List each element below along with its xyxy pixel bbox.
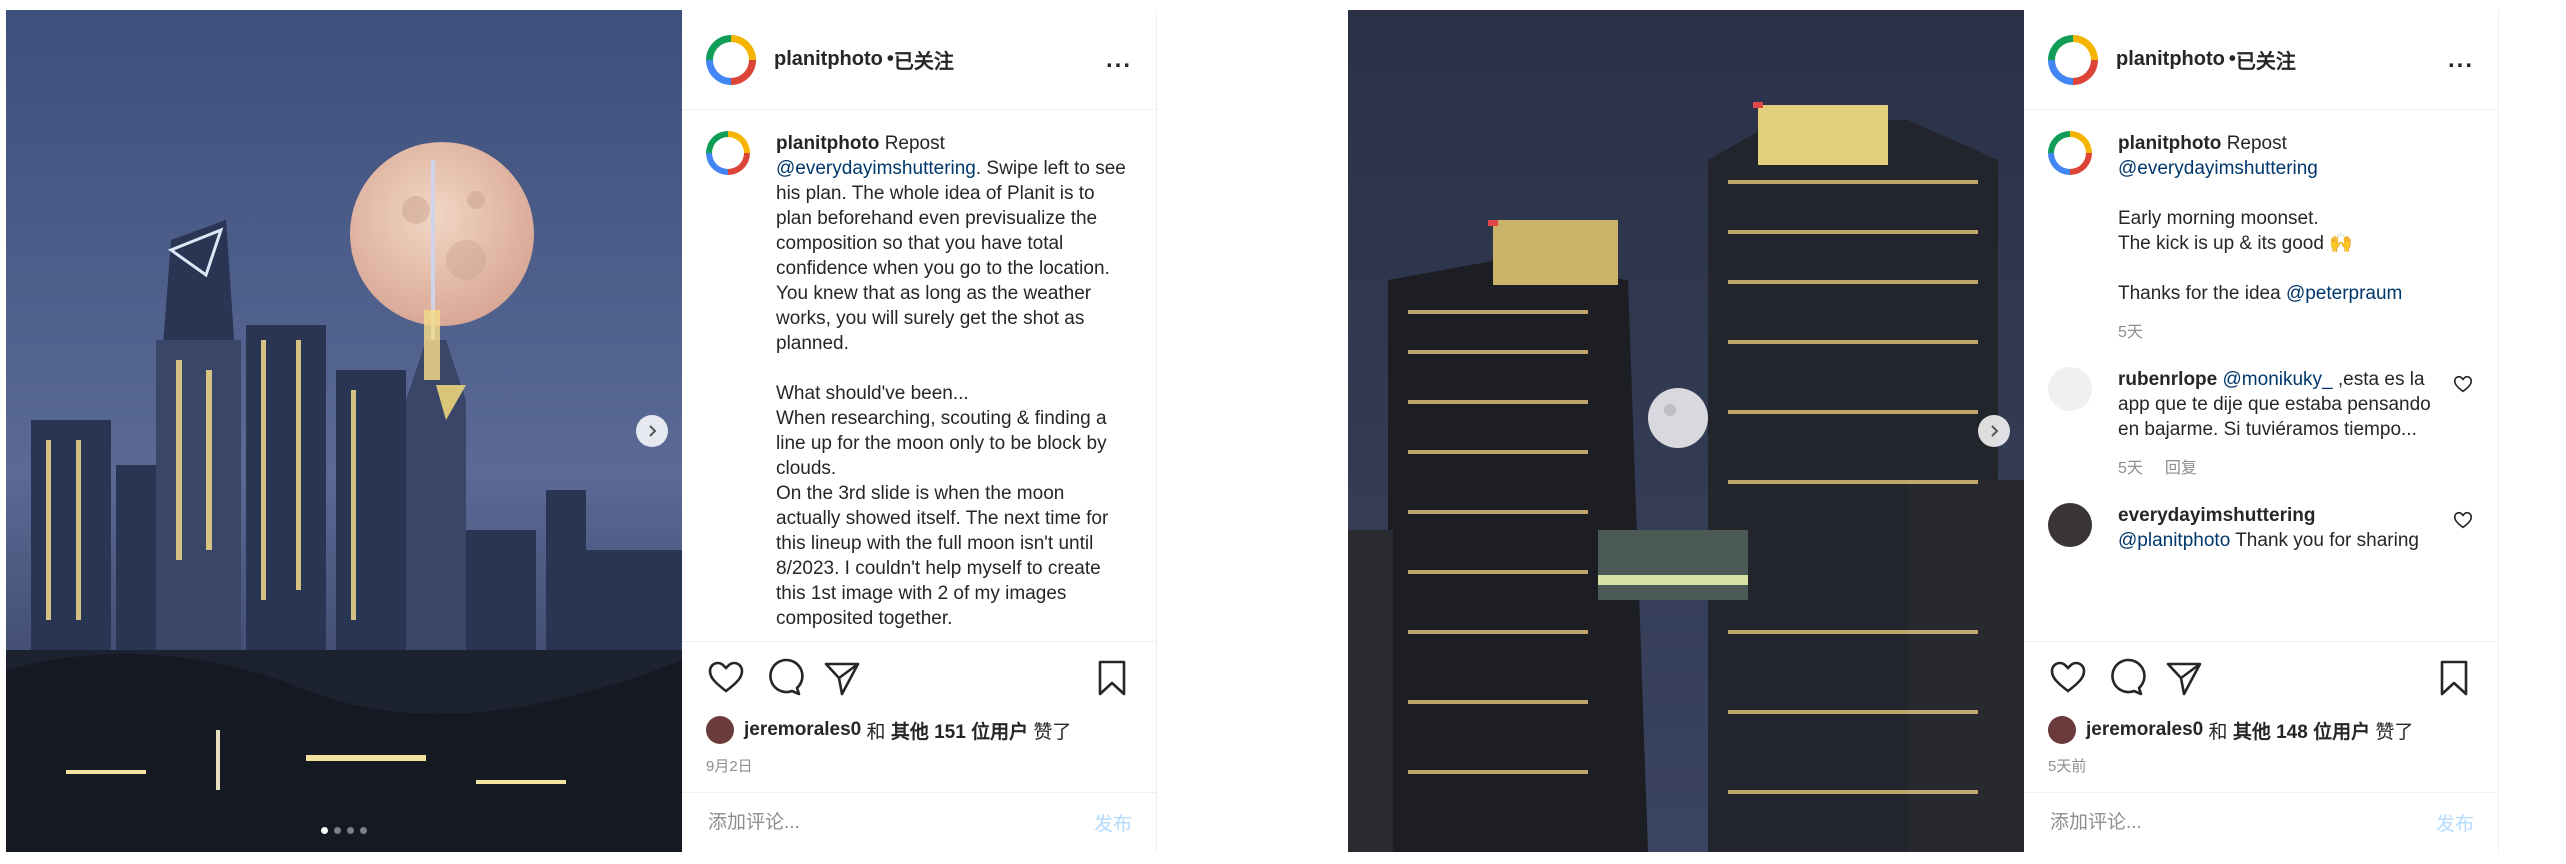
likes-suffix: 赞了 bbox=[1033, 721, 1072, 743]
caption-row: planitphoto Repost @everydayimshuttering… bbox=[2048, 131, 2474, 345]
post-date: 9月2日 bbox=[706, 758, 753, 775]
comment-row: rubenrlope @monikuky_ ,esta es la app qu… bbox=[2048, 367, 2474, 481]
more-options-icon[interactable]: ... bbox=[2448, 46, 2474, 74]
comment-body: everydayimshuttering @planitphoto Thank … bbox=[2118, 503, 2442, 553]
more-options-icon[interactable]: ... bbox=[1106, 46, 1132, 74]
caption-text: . Swipe left to see his plan. The whole … bbox=[776, 158, 1126, 629]
add-comment-bar: 发布 bbox=[2024, 792, 2498, 852]
post-1-sidebar: planitphoto • 已关注 ... planitphoto Repost… bbox=[682, 10, 1157, 852]
separator-dot: • bbox=[886, 48, 894, 70]
separator-dot: • bbox=[2228, 48, 2236, 70]
mention-link[interactable]: @planitphoto bbox=[2118, 530, 2230, 551]
chevron-right-icon bbox=[649, 425, 657, 437]
comment-time[interactable]: 5天 bbox=[2118, 460, 2143, 477]
caption-time[interactable]: 5天 bbox=[2118, 324, 2143, 341]
carousel-dot bbox=[347, 827, 354, 834]
likes-summary[interactable]: jeremorales0 和 其他 151 位用户 赞了 bbox=[706, 716, 1071, 744]
share-icon[interactable] bbox=[822, 658, 862, 698]
post-header: planitphoto • 已关注 ... bbox=[682, 10, 1156, 110]
post-2-photo[interactable] bbox=[1348, 10, 2024, 852]
follow-status[interactable]: 已关注 bbox=[894, 45, 954, 74]
mention-link[interactable]: @everydayimshuttering bbox=[776, 158, 976, 179]
share-icon[interactable] bbox=[2164, 658, 2204, 698]
like-comment-icon[interactable] bbox=[2452, 503, 2474, 531]
heart-icon[interactable] bbox=[706, 658, 746, 698]
liker-username[interactable]: jeremorales0 bbox=[744, 719, 861, 741]
caption-row: planitphoto Repost @everydayimshuttering… bbox=[706, 131, 1132, 631]
comment-username[interactable]: everydayimshuttering bbox=[2118, 505, 2315, 526]
likes-summary[interactable]: jeremorales0 和 其他 148 位用户 赞了 bbox=[2048, 716, 2413, 744]
post-2: planitphoto • 已关注 ... planitphoto Repost… bbox=[1348, 10, 2499, 852]
caption-username[interactable]: planitphoto bbox=[2118, 133, 2221, 154]
comment-icon[interactable] bbox=[2106, 658, 2146, 698]
comments-list[interactable]: planitphoto Repost @everydayimshuttering… bbox=[2024, 111, 2498, 642]
carousel-dots bbox=[321, 827, 367, 834]
comment-meta: 5天 回复 bbox=[2118, 456, 2442, 481]
comment-body: rubenrlope @monikuky_ ,esta es la app qu… bbox=[2118, 367, 2442, 481]
mention-link[interactable]: @monikuky_ bbox=[2223, 369, 2333, 390]
mention-link[interactable]: @everydayimshuttering bbox=[2118, 158, 2318, 179]
reply-button[interactable]: 回复 bbox=[2165, 460, 2197, 477]
likes-suffix: 赞了 bbox=[2375, 721, 2414, 743]
nyc-skyline-moon-image bbox=[6, 10, 682, 852]
caption-line: Early morning moonset. bbox=[2118, 208, 2319, 229]
comment-username[interactable]: rubenrlope bbox=[2118, 369, 2217, 390]
caption-username[interactable]: planitphoto bbox=[776, 133, 879, 154]
bookmark-icon[interactable] bbox=[1092, 658, 1132, 698]
carousel-dot bbox=[334, 827, 341, 834]
avatar[interactable] bbox=[706, 34, 756, 85]
next-slide-button[interactable] bbox=[1978, 415, 2010, 447]
add-comment-bar: 发布 bbox=[682, 792, 1156, 852]
bookmark-icon[interactable] bbox=[2434, 658, 2474, 698]
likes-and: 和 bbox=[866, 721, 886, 743]
avatar bbox=[706, 716, 734, 744]
action-bar bbox=[706, 654, 1132, 702]
avatar bbox=[2048, 716, 2076, 744]
carousel-dot bbox=[360, 827, 367, 834]
username-link[interactable]: planitphoto bbox=[774, 48, 883, 71]
avatar[interactable] bbox=[706, 131, 750, 175]
comment-input[interactable] bbox=[706, 810, 1094, 835]
follow-status[interactable]: 已关注 bbox=[2236, 45, 2296, 74]
repost-label: Repost bbox=[2226, 133, 2287, 154]
caption-body: planitphoto Repost @everydayimshuttering… bbox=[776, 131, 1132, 631]
next-slide-button[interactable] bbox=[636, 415, 668, 447]
likes-others[interactable]: 其他 151 位用户 bbox=[891, 717, 1028, 744]
likes-and: 和 bbox=[2208, 721, 2228, 743]
comment-row: everydayimshuttering @planitphoto Thank … bbox=[2048, 503, 2474, 553]
post-date: 5天前 bbox=[2048, 758, 2087, 775]
caption-line: Thanks for the idea bbox=[2118, 283, 2281, 304]
heart-icon[interactable] bbox=[2048, 658, 2088, 698]
username-link[interactable]: planitphoto bbox=[2116, 48, 2225, 71]
action-bar bbox=[2048, 654, 2474, 702]
post-1-photo[interactable] bbox=[6, 10, 682, 852]
liker-username[interactable]: jeremorales0 bbox=[2086, 719, 2203, 741]
carousel-dot bbox=[321, 827, 328, 834]
actions-divider bbox=[682, 641, 1156, 642]
comment-icon[interactable] bbox=[764, 658, 804, 698]
post-header: planitphoto • 已关注 ... bbox=[2024, 10, 2498, 110]
mention-link[interactable]: @peterpraum bbox=[2286, 283, 2402, 304]
avatar[interactable] bbox=[2048, 34, 2098, 85]
avatar[interactable] bbox=[2048, 131, 2092, 175]
comments-list[interactable]: planitphoto Repost @everydayimshuttering… bbox=[682, 111, 1156, 642]
comment-input[interactable] bbox=[2048, 810, 2436, 835]
post-1: planitphoto • 已关注 ... planitphoto Repost… bbox=[6, 10, 1157, 852]
post-comment-button[interactable]: 发布 bbox=[2436, 809, 2474, 836]
avatar[interactable] bbox=[2048, 503, 2092, 547]
post-2-sidebar: planitphoto • 已关注 ... planitphoto Repost… bbox=[2024, 10, 2499, 852]
caption-meta: 5天 bbox=[2118, 320, 2474, 345]
towers-moonset-image bbox=[1348, 10, 2024, 852]
comment-text: Thank you for sharing bbox=[2230, 530, 2419, 551]
caption-line: The kick is up & its good 🙌 bbox=[2118, 233, 2353, 254]
like-comment-icon[interactable] bbox=[2452, 367, 2474, 395]
post-comment-button[interactable]: 发布 bbox=[1094, 809, 1132, 836]
actions-divider bbox=[2024, 641, 2498, 642]
likes-others[interactable]: 其他 148 位用户 bbox=[2233, 717, 2370, 744]
avatar[interactable] bbox=[2048, 367, 2092, 411]
repost-label: Repost bbox=[884, 133, 945, 154]
chevron-right-icon bbox=[1991, 425, 1999, 437]
caption-body: planitphoto Repost @everydayimshuttering… bbox=[2118, 131, 2474, 345]
